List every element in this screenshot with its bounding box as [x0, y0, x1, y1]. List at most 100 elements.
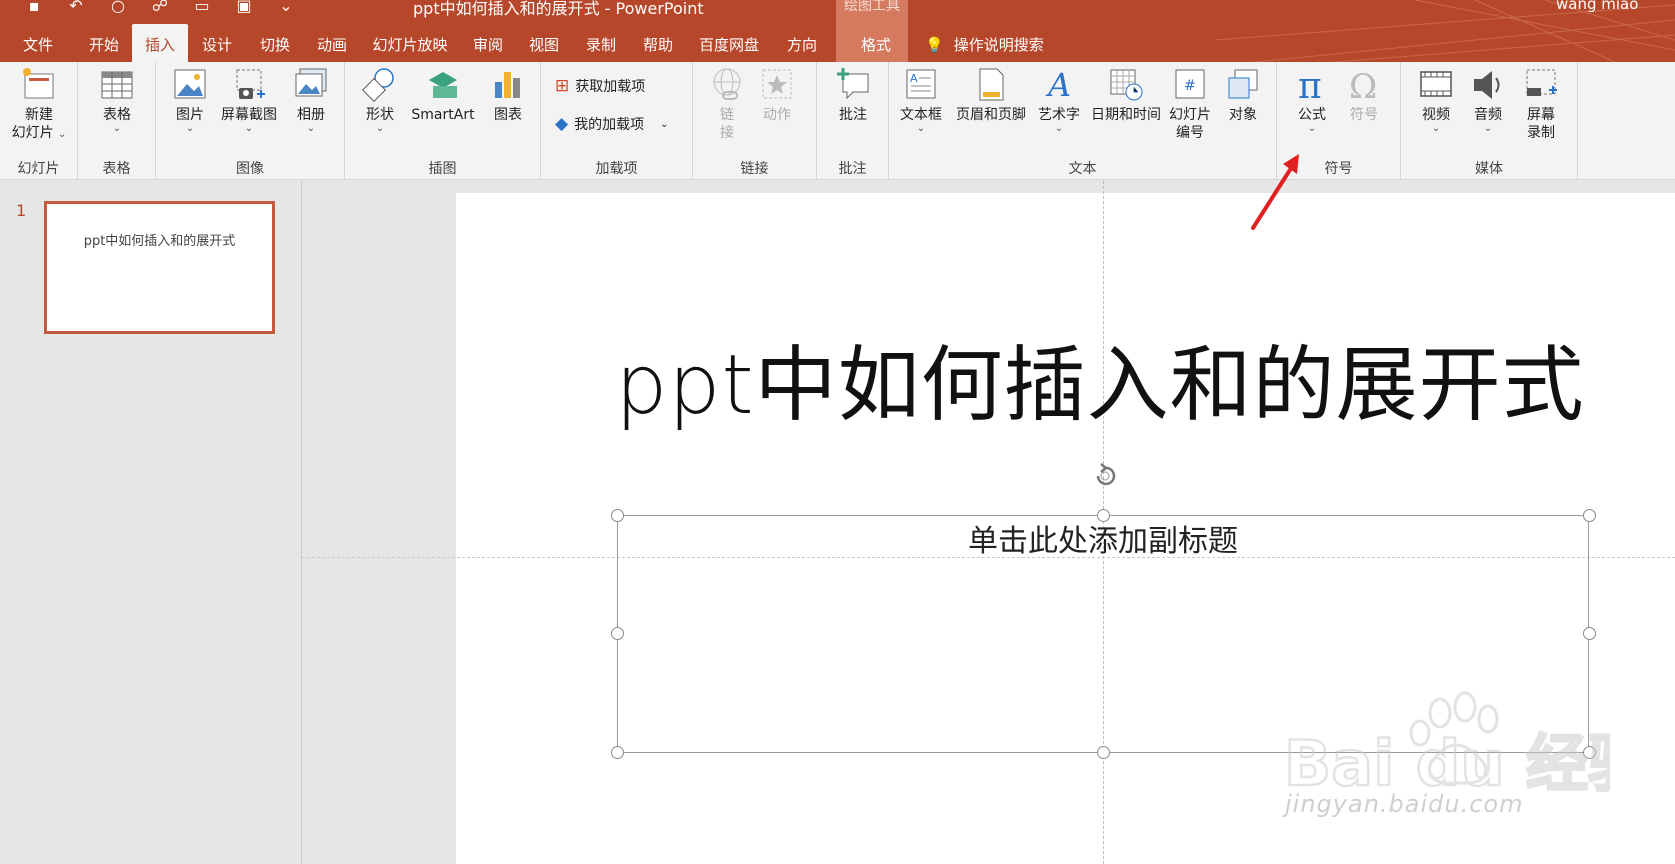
- tab-file[interactable]: 文件: [0, 24, 76, 62]
- tab-view[interactable]: 视图: [516, 24, 572, 62]
- quick-access-toolbar: ▪ ↶ ○ ☍ ▭ ▣ ⌄: [24, 0, 296, 15]
- watermark-url: jingyan.baidu.com: [1285, 790, 1524, 818]
- redo-icon[interactable]: ○: [108, 0, 128, 15]
- annotation-arrow: [1251, 154, 1299, 230]
- window-title: ppt中如何插入和的展开式 - PowerPoint: [413, 0, 704, 18]
- group-comments: 批注 批注: [817, 62, 889, 180]
- undo-icon[interactable]: ↶: [66, 0, 86, 15]
- group-label-comments: 批注: [838, 161, 867, 177]
- tell-me-search[interactable]: 💡 操作说明搜索: [925, 34, 1044, 55]
- addins-icon: ◆: [555, 114, 569, 134]
- wordart-button[interactable]: A 艺术字 ⌄: [1033, 66, 1085, 134]
- tell-me-label: 操作说明搜索: [953, 36, 1044, 54]
- photo-album-icon: [295, 68, 327, 97]
- present-icon[interactable]: ▣: [234, 0, 254, 15]
- resize-handle[interactable]: [611, 746, 624, 759]
- tab-transitions[interactable]: 切换: [246, 24, 304, 62]
- table-button[interactable]: 表格 ⌄: [88, 66, 146, 134]
- shapes-button[interactable]: 形状 ⌄: [359, 66, 401, 134]
- group-illustrations: 形状 ⌄ SmartArt 图表 插图: [345, 62, 541, 180]
- ribbon-insert: 新建 幻灯片 ⌄ 幻灯片 表格 ⌄ 表格 图片 ⌄ 屏幕截图 ⌄ 相册 ⌄ 图像…: [0, 62, 1675, 180]
- tab-direction[interactable]: 方向: [772, 24, 832, 62]
- chart-icon: [495, 72, 520, 98]
- audio-button[interactable]: 音频 ⌄: [1465, 66, 1511, 134]
- equation-button[interactable]: π 公式 ⌄: [1289, 66, 1335, 134]
- tab-format[interactable]: 格式: [840, 24, 912, 62]
- group-label-text: 文本: [1068, 161, 1097, 177]
- resize-handle[interactable]: [611, 509, 624, 522]
- subtitle-placeholder-text[interactable]: 单击此处添加副标题: [618, 516, 1588, 560]
- resize-handle[interactable]: [1583, 509, 1596, 522]
- tab-review[interactable]: 审阅: [460, 24, 516, 62]
- picture-button[interactable]: 图片 ⌄: [170, 66, 210, 134]
- get-addins-button[interactable]: ⊞ 获取加载项: [555, 76, 645, 96]
- link-icon: [713, 68, 741, 100]
- lightbulb-icon: 💡: [925, 35, 944, 54]
- resize-handle[interactable]: [1097, 746, 1110, 759]
- group-addins: ⊞ 获取加载项 ◆ 我的加载项 ⌄ 加载项: [541, 62, 693, 180]
- svg-text:A: A: [1045, 66, 1071, 104]
- tab-design[interactable]: 设计: [188, 24, 246, 62]
- customize-qat-icon[interactable]: ⌄: [276, 0, 296, 15]
- new-comment-icon: [837, 68, 869, 100]
- tab-insert[interactable]: 插入: [132, 24, 188, 62]
- group-links: 链 接 动作 链接: [693, 62, 817, 180]
- smartart-button[interactable]: SmartArt: [407, 66, 479, 124]
- header-footer-button[interactable]: 页眉和页脚: [951, 66, 1031, 124]
- group-label-tables: 表格: [102, 161, 131, 177]
- group-label-images: 图像: [236, 161, 264, 177]
- comment-icon[interactable]: ▭: [192, 0, 212, 15]
- my-addins-button[interactable]: ◆ 我的加载项 ⌄: [555, 114, 668, 134]
- chart-button[interactable]: 图表: [485, 66, 531, 124]
- tab-help[interactable]: 帮助: [630, 24, 686, 62]
- save-icon[interactable]: ▪: [24, 0, 44, 15]
- group-images: 图片 ⌄ 屏幕截图 ⌄ 相册 ⌄ 图像: [156, 62, 345, 180]
- tab-slideshow[interactable]: 幻灯片放映: [360, 24, 460, 62]
- group-media: 视频 ⌄ 音频 ⌄ 屏幕 录制 媒体: [1401, 62, 1578, 180]
- tab-animations[interactable]: 动画: [304, 24, 360, 62]
- video-button[interactable]: 视频 ⌄: [1413, 66, 1459, 134]
- resize-handle[interactable]: [611, 627, 624, 640]
- svg-text:A: A: [910, 72, 918, 85]
- screen-recording-button[interactable]: 屏幕 录制: [1517, 66, 1565, 142]
- header-footer-icon: [979, 68, 1004, 101]
- slide-title[interactable]: ppt中如何插入和的展开式: [600, 318, 1600, 437]
- screenshot-button[interactable]: 屏幕截图 ⌄: [218, 66, 280, 134]
- photo-album-button[interactable]: 相册 ⌄: [286, 66, 336, 134]
- link-button[interactable]: 链 接: [707, 66, 747, 142]
- object-icon: [1228, 69, 1258, 99]
- tab-baidu-netdisk[interactable]: 百度网盘: [686, 24, 772, 62]
- comment-button[interactable]: 批注: [827, 66, 879, 124]
- user-name[interactable]: wang miao: [1556, 0, 1638, 13]
- slide-thumbnail-pane[interactable]: 1 ppt中如何插入和的展开式: [0, 181, 302, 864]
- group-label-slides: 幻灯片: [17, 161, 60, 177]
- slide-thumbnail[interactable]: ppt中如何插入和的展开式: [44, 201, 275, 334]
- date-time-button[interactable]: 日期和时间: [1087, 66, 1165, 124]
- rotate-handle-icon[interactable]: [1088, 459, 1122, 493]
- table-icon: [101, 71, 133, 99]
- slide-number-button[interactable]: # 幻灯片 编号: [1165, 66, 1215, 142]
- drawing-tools-label: 绘图工具: [844, 0, 900, 14]
- calendar-icon: [1110, 69, 1143, 101]
- group-label-illustrations: 插图: [428, 161, 457, 177]
- picture-icon: [174, 69, 206, 99]
- smartart-icon: [429, 72, 457, 98]
- svg-text:π: π: [1298, 66, 1322, 104]
- resize-handle[interactable]: [1583, 627, 1596, 640]
- new-slide-button[interactable]: 新建 幻灯片 ⌄: [6, 66, 72, 142]
- new-slide-icon: [23, 68, 54, 99]
- slide-thumbnail-title: ppt中如何插入和的展开式: [83, 234, 236, 249]
- omega-icon: Ω: [1349, 67, 1377, 104]
- speaker-icon: [1474, 71, 1500, 99]
- symbol-button[interactable]: Ω 符号: [1341, 66, 1387, 124]
- resize-handle[interactable]: [1097, 509, 1110, 522]
- action-button[interactable]: 动作: [755, 66, 799, 124]
- touch-mode-icon[interactable]: ☍: [150, 0, 170, 15]
- screen-recording-icon: [1526, 69, 1557, 96]
- pi-icon: π: [1298, 66, 1322, 104]
- shapes-icon: [362, 68, 394, 103]
- tab-record[interactable]: 录制: [572, 24, 630, 62]
- tab-home[interactable]: 开始: [76, 24, 132, 62]
- object-button[interactable]: 对象: [1219, 66, 1267, 124]
- textbox-button[interactable]: A 文本框 ⌄: [897, 66, 945, 134]
